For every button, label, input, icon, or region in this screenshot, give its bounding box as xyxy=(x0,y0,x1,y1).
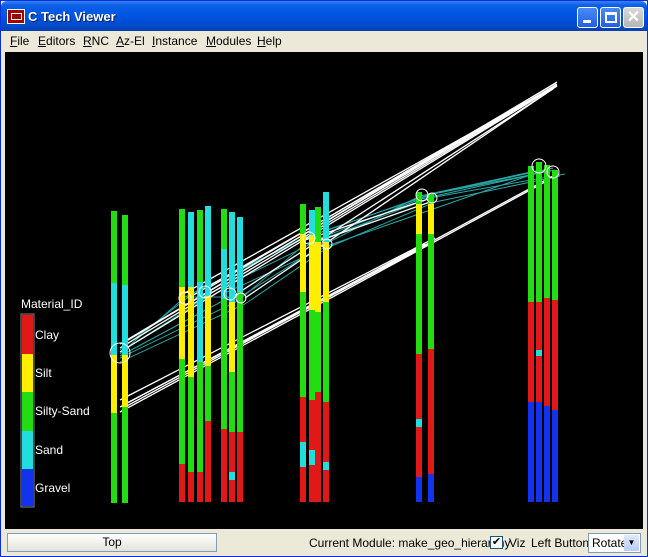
connector-lines xyxy=(119,81,566,413)
top-view-button[interactable]: Top xyxy=(7,533,217,552)
legend-swatch-silty-sand xyxy=(22,392,33,431)
legend-swatch-silt xyxy=(22,354,33,392)
close-button[interactable]: ✕ xyxy=(623,7,644,28)
teal-connectors xyxy=(119,167,566,363)
close-icon: ✕ xyxy=(626,9,641,26)
legend-label-silt: Silt xyxy=(35,366,52,380)
borehole-4 xyxy=(300,192,333,502)
legend-swatch-sand xyxy=(22,431,33,469)
borehole-5 xyxy=(415,188,438,502)
title-bar[interactable]: C Tech Viewer ✕ xyxy=(1,1,647,31)
menu-instance[interactable]: Instance xyxy=(152,34,197,48)
legend-swatch-clay xyxy=(22,315,33,354)
menu-bar: File Editors RNC Az-El Instance Modules … xyxy=(4,31,644,51)
menu-az-el[interactable]: Az-El xyxy=(116,34,145,48)
mouse-mode-value: Rotate xyxy=(592,536,628,550)
menu-rnc[interactable]: RNC xyxy=(83,34,109,48)
viz-label: Viz xyxy=(509,536,526,550)
viz-checkbox[interactable]: ✔ xyxy=(490,536,503,549)
legend-label-sand: Sand xyxy=(35,443,64,457)
app-icon xyxy=(7,9,25,24)
borehole-scene xyxy=(20,81,566,508)
maximize-icon xyxy=(605,12,617,23)
left-button-label: Left Button xyxy=(531,536,590,550)
3d-viewport[interactable]: Material_ID Clay Silt Silty-Sand Sand Gr… xyxy=(5,52,643,529)
menu-modules[interactable]: Modules xyxy=(206,34,251,48)
legend-swatch-gravel xyxy=(22,469,33,506)
current-module-text: Current Module: make_geo_hierarchy xyxy=(309,536,511,550)
legend-colorbar xyxy=(20,313,35,508)
borehole-1 xyxy=(109,211,131,503)
minimize-button[interactable] xyxy=(577,7,598,28)
borehole-6 xyxy=(528,158,560,502)
white-connectors xyxy=(119,81,558,413)
maximize-button[interactable] xyxy=(600,7,621,28)
status-bar: Top Current Module: make_geo_hierarchy ✔… xyxy=(1,531,647,556)
menu-help[interactable]: Help xyxy=(257,34,282,48)
menu-file[interactable]: File xyxy=(10,34,29,48)
app-window: C Tech Viewer ✕ File Editors RNC Az-El I… xyxy=(0,0,648,557)
dropdown-arrow-icon[interactable]: ▼ xyxy=(624,535,639,551)
minimize-icon xyxy=(583,20,591,23)
legend-title: Material_ID xyxy=(21,297,83,311)
borehole-2 xyxy=(178,206,212,502)
legend-label-silty-sand: Silty-Sand xyxy=(35,404,90,418)
window-title: C Tech Viewer xyxy=(28,9,116,24)
menu-editors[interactable]: Editors xyxy=(38,34,75,48)
borehole-3 xyxy=(221,209,247,502)
mouse-mode-select[interactable]: Rotate ▼ xyxy=(588,533,641,553)
legend-label-gravel: Gravel xyxy=(35,481,71,495)
legend-label-clay: Clay xyxy=(35,328,60,342)
